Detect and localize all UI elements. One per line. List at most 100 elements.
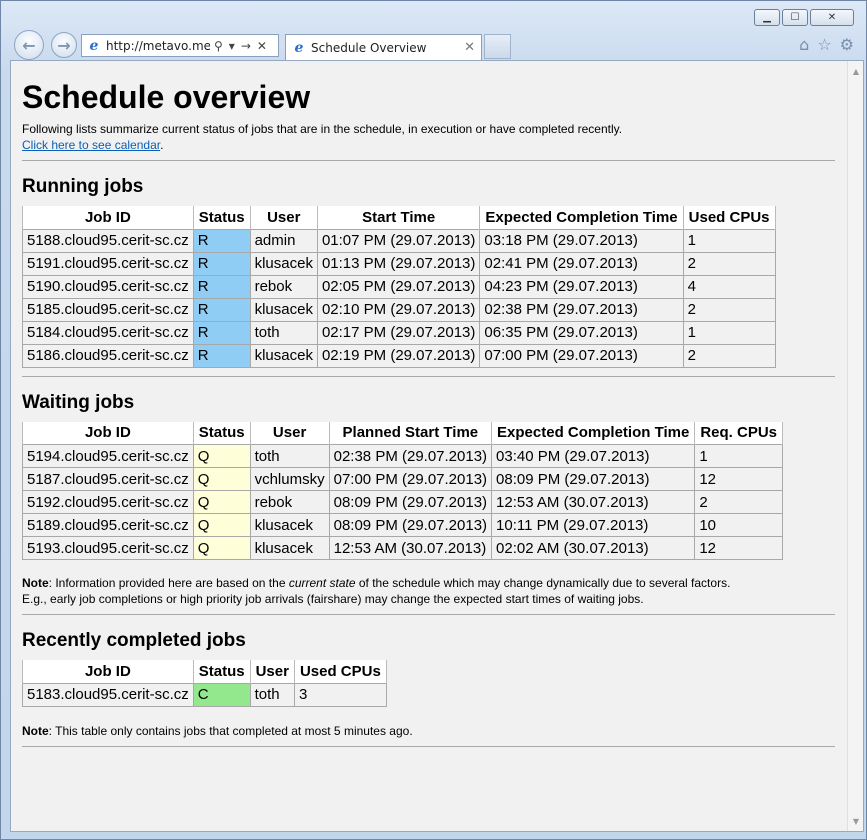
ie-tab-icon: e [294, 39, 304, 56]
running-jobs-heading: Running jobs [22, 176, 144, 197]
table-row: 5189.cloud95.cerit-sc.cz Qklusacek 08:09 P… [22, 513, 783, 537]
vertical-scrollbar[interactable]: ▲ ▼ [847, 61, 863, 831]
window-caption-buttons: ▁ ☐ ✕ [754, 9, 854, 26]
column-header: Expected Completion Time [491, 421, 696, 445]
status-cell: R [192, 343, 251, 368]
table-cell: 02:41 PM (29.07.2013) [479, 251, 684, 276]
go-arrow-icon[interactable]: → [241, 39, 251, 53]
table-cell: 12 [694, 467, 783, 491]
schedule-note: Note: Information provided here are base… [22, 575, 835, 607]
table-cell: 5193.cloud95.cerit-sc.cz [22, 536, 194, 560]
table-cell: 5184.cloud95.cerit-sc.cz [22, 320, 194, 345]
back-button[interactable]: ← [14, 30, 44, 60]
column-header: Planned Start Time [328, 421, 493, 445]
table-cell: 12 [694, 536, 783, 560]
note-text-part2: of the schedule which may change dynamic… [355, 576, 731, 590]
status-cell: Q [192, 536, 251, 560]
status-cell: R [192, 297, 251, 322]
page-title: Schedule overview [22, 79, 311, 115]
tab-close-icon[interactable]: ✕ [464, 40, 475, 55]
status-cell: Q [192, 444, 251, 468]
table-cell: 06:35 PM (29.07.2013) [479, 320, 684, 345]
table-cell: klusacek [249, 251, 318, 276]
table-row: 5187.cloud95.cerit-sc.cz Qvchlumsky 07:00 … [22, 467, 783, 491]
address-tools: ⚲ ▾ → ✕ [214, 39, 267, 53]
table-cell: 12:53 AM (30.07.2013) [328, 536, 493, 560]
table-row: 5194.cloud95.cerit-sc.cz Qtoth 02:38 PM (2… [22, 444, 783, 468]
table-row: 5190.cloud95.cerit-sc.cz Rrebok 02:05 PM (… [22, 274, 776, 299]
table-cell: 2 [682, 297, 776, 322]
table-cell: 3 [293, 682, 387, 707]
table-cell: toth [249, 444, 330, 468]
divider [22, 375, 835, 377]
table-cell: 12:53 AM (30.07.2013) [491, 490, 696, 514]
table-cell: 5190.cloud95.cerit-sc.cz [22, 274, 194, 299]
table-cell: vchlumsky [249, 467, 330, 491]
intro-text: Following lists summarize current status… [22, 122, 623, 136]
table-row: 5193.cloud95.cerit-sc.cz Qklusacek 12:53 A… [22, 536, 783, 560]
table-cell: 07:00 PM (29.07.2013) [479, 343, 684, 368]
maximize-icon: ☐ [790, 12, 800, 23]
divider [22, 745, 835, 747]
divider [22, 160, 835, 161]
scroll-down-icon[interactable]: ▼ [848, 813, 863, 829]
gear-icon[interactable]: ⚙ [840, 35, 854, 54]
favorites-star-icon[interactable]: ☆ [817, 35, 831, 54]
new-tab-button[interactable] [484, 34, 511, 59]
maximize-button[interactable]: ☐ [782, 9, 808, 26]
table-cell: klusacek [249, 297, 318, 322]
status-cell: R [192, 251, 251, 276]
table-cell: 03:18 PM (29.07.2013) [479, 228, 684, 253]
forward-button[interactable]: → [51, 32, 77, 58]
table-cell: rebok [249, 490, 330, 514]
completed-jobs-table: Job ID Status User Used CPUs 5183.cloud95.c… [22, 660, 387, 707]
table-cell: 5192.cloud95.cerit-sc.cz [22, 490, 194, 514]
table-cell: 02:38 PM (29.07.2013) [328, 444, 493, 468]
tab-schedule-overview[interactable]: e Schedule Overview ✕ [285, 34, 482, 60]
scroll-up-icon[interactable]: ▲ [848, 63, 863, 79]
column-header: Job ID [22, 206, 194, 229]
minimize-button[interactable]: ▁ [754, 9, 780, 26]
table-cell: 5187.cloud95.cerit-sc.cz [22, 467, 194, 491]
table-cell: 02:17 PM (29.07.2013) [316, 320, 481, 345]
table-cell: 01:07 PM (29.07.2013) [316, 228, 481, 253]
browser-toolbar-right: ⌂ ☆ ⚙ [799, 35, 854, 54]
table-cell: 02:02 AM (30.07.2013) [491, 536, 696, 560]
table-cell: 02:05 PM (29.07.2013) [316, 274, 481, 299]
table-cell: 08:09 PM (29.07.2013) [328, 490, 493, 514]
table-cell: 1 [694, 444, 783, 468]
column-header: Start Time [316, 206, 481, 229]
table-cell: 02:38 PM (29.07.2013) [479, 297, 684, 322]
status-cell: Q [192, 467, 251, 491]
home-icon[interactable]: ⌂ [799, 35, 809, 54]
table-row: 5185.cloud95.cerit-sc.cz Rklusacek 02:10 P… [22, 297, 776, 322]
note-label: Note [22, 723, 49, 738]
column-header: Used CPUs [293, 660, 387, 683]
table-cell: 10:11 PM (29.07.2013) [491, 513, 696, 537]
chevron-down-icon[interactable]: ▾ [229, 39, 235, 53]
column-header: Job ID [22, 421, 194, 445]
status-cell: Q [192, 513, 251, 537]
calendar-link[interactable]: Click here to see calendar [22, 138, 160, 152]
search-icon[interactable]: ⚲ [214, 39, 223, 53]
close-window-button[interactable]: ✕ [810, 9, 854, 26]
table-cell: toth [249, 320, 318, 345]
table-cell: 04:23 PM (29.07.2013) [479, 274, 684, 299]
table-cell: 5185.cloud95.cerit-sc.cz [22, 297, 194, 322]
column-header: Status [192, 660, 251, 683]
status-cell: Q [192, 490, 251, 514]
forward-arrow-icon: → [57, 35, 71, 55]
address-bar[interactable]: e http://metavo.meta ⚲ ▾ → ✕ [81, 34, 279, 57]
column-header: Used CPUs [682, 206, 776, 229]
table-cell: 02:10 PM (29.07.2013) [316, 297, 481, 322]
note-text-part1: : Information provided here are based on… [48, 576, 289, 590]
table-cell: admin [249, 228, 318, 253]
stop-icon[interactable]: ✕ [257, 39, 267, 53]
table-cell: 02:19 PM (29.07.2013) [316, 343, 481, 368]
table-row: 5184.cloud95.cerit-sc.cz Rtoth 02:17 PM (2… [22, 320, 776, 345]
column-header: Job ID [22, 660, 194, 683]
completed-note: Note: This table only contains jobs that… [22, 723, 835, 739]
status-cell: R [192, 320, 251, 345]
calendar-link-suffix: . [160, 138, 164, 152]
ie-page-icon: e [89, 37, 99, 54]
